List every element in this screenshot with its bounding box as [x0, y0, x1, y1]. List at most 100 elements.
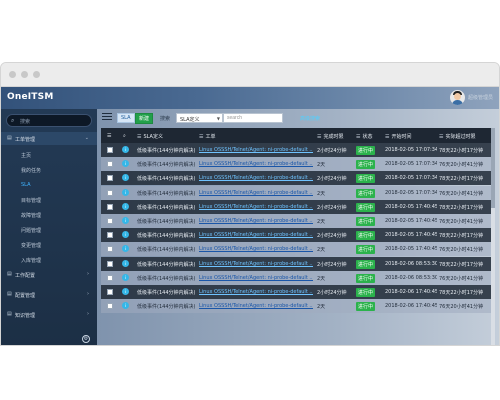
info-icon[interactable]: i — [122, 302, 129, 310]
table-row[interactable]: i 低级事件(144分钟内解决) Linux OSSSH/Telnet/Agent:… — [101, 256, 491, 271]
sidebar-item[interactable]: 主页 — [1, 148, 97, 161]
cell-sla: 低级事件(144分钟内解决) — [137, 247, 196, 254]
row-checkbox[interactable] — [107, 161, 113, 168]
list-menu-icon[interactable] — [102, 113, 112, 122]
table-row[interactable]: i 低级事件(144分钟内解决) Linux OSSSH/Telnet/Agent:… — [101, 199, 491, 214]
table-row[interactable]: i 低级事件(144分钟内解决) Linux OSSSH/Telnet/Agent:… — [101, 171, 491, 186]
info-icon[interactable]: i — [122, 160, 129, 168]
scroll-thumb[interactable] — [491, 128, 495, 208]
row-checkbox[interactable] — [107, 203, 113, 210]
row-checkbox[interactable] — [107, 147, 113, 153]
column-header-over[interactable]: ☰ 实际超过时限 — [439, 133, 476, 140]
cell-start-time: 2018-02-05 17:07:34 — [385, 147, 437, 153]
user-avatar[interactable] — [450, 90, 465, 105]
sla-tab-button[interactable]: SLA — [117, 113, 135, 123]
cell-over-time: 78天22小时17分钟 — [439, 176, 484, 183]
info-icon[interactable]: i — [122, 273, 129, 281]
info-icon[interactable]: i — [122, 259, 129, 267]
cell-over-time: 78天22小时17分钟 — [439, 261, 484, 268]
row-checkbox[interactable] — [107, 175, 113, 182]
sidebar-group[interactable]: ▤ 配置管理 › — [1, 288, 97, 301]
sidebar-item[interactable]: 变更管理 — [1, 238, 97, 251]
cell-limit: 2小时24分钟 — [317, 176, 347, 183]
row-checkbox[interactable] — [107, 232, 113, 239]
cell-start-time: 2018-02-05 17:40:45 — [385, 246, 437, 253]
sidebar-item[interactable]: 入库管理 — [1, 253, 97, 266]
info-icon[interactable]: i — [122, 146, 129, 153]
info-icon[interactable]: i — [122, 231, 129, 239]
table-header: ☰ ⌕ ☰ SLA定义 ☰ 工单 ☰ 完成时限 ☰ 状态 ☰ 开始时间 ☰ 实际超过时限 — [101, 128, 491, 143]
sidebar-item[interactable]: SLA — [1, 178, 97, 191]
table-row[interactable]: i 低级事件(144分钟内解决) Linux OSSSH/Telnet/Agent:… — [101, 242, 491, 257]
column-header-status[interactable]: ☰ 状态 — [356, 133, 373, 140]
row-checkbox[interactable] — [107, 218, 113, 224]
sidebar-item[interactable]: 我的任务 — [1, 163, 97, 176]
cell-start-time: 2018-02-05 17:40:45 — [385, 203, 437, 210]
cell-ticket-link[interactable]: Linux OSSSH/Telnet/Agent: ni-probe-defau… — [199, 303, 313, 309]
column-header-limit[interactable]: ☰ 完成时限 — [317, 133, 344, 140]
info-icon[interactable]: i — [122, 174, 129, 182]
header-search-icon[interactable]: ⌕ — [123, 133, 126, 139]
sidebar-item-label: 我的任务 — [21, 168, 42, 174]
cell-over-time: 76天20小时41分钟 — [439, 219, 484, 225]
info-icon[interactable]: i — [122, 217, 129, 224]
sidebar-search-input[interactable]: ⌕ 搜索 — [6, 114, 92, 127]
cell-ticket-link[interactable]: Linux OSSSH/Telnet/Agent: ni-probe-defau… — [199, 246, 313, 252]
info-icon[interactable]: i — [122, 288, 129, 295]
status-badge: 进行中 — [356, 160, 376, 170]
cell-ticket-link[interactable]: Linux OSSSH/Telnet/Agent: ni-probe-defau… — [199, 175, 313, 181]
row-checkbox[interactable] — [107, 289, 113, 295]
cell-ticket-link[interactable]: Linux OSSSH/Telnet/Agent: ni-probe-defau… — [199, 275, 313, 281]
table-row[interactable]: i 低级事件(144分钟内解决) Linux OSSSH/Telnet/Agent:… — [101, 228, 491, 243]
cell-over-time: 76天20小时41分钟 — [439, 275, 484, 282]
folder-icon: ▤ — [7, 311, 12, 317]
cell-start-time: 2018-02-06 08:53:30 — [385, 260, 437, 267]
row-checkbox[interactable] — [107, 246, 113, 253]
cell-ticket-link[interactable]: Linux OSSSH/Telnet/Agent: ni-probe-defau… — [199, 190, 313, 196]
column-header-start[interactable]: ☰ 开始时间 — [385, 133, 412, 140]
info-icon[interactable]: i — [122, 245, 129, 253]
advanced-search-link[interactable]: 高级搜索 — [300, 115, 320, 122]
search-input[interactable] — [223, 113, 283, 123]
table-row[interactable]: i 低级事件(144分钟内解决) Linux OSSSH/Telnet/Agent:… — [101, 299, 491, 314]
header-menu-icon[interactable]: ☰ — [107, 133, 111, 139]
column-header-sla[interactable]: ☰ SLA定义 — [137, 133, 163, 140]
sidebar-search-placeholder: 搜索 — [20, 119, 31, 125]
cell-ticket-link[interactable]: Linux OSSSH/Telnet/Agent: ni-probe-defau… — [199, 289, 313, 295]
table-row[interactable]: i 低级事件(144分钟内解决) Linux OSSSH/Telnet/Agent:… — [101, 143, 491, 157]
chevron-right-icon: › — [87, 311, 89, 317]
sidebar-item[interactable]: 问题管理 — [1, 223, 97, 236]
cell-ticket-link[interactable]: Linux OSSSH/Telnet/Agent: ni-probe-defau… — [199, 261, 313, 267]
column-header-ticket[interactable]: ☰ 工单 — [199, 133, 216, 140]
table-row[interactable]: i 低级事件(144分钟内解决) Linux OSSSH/Telnet/Agent:… — [101, 185, 491, 200]
sidebar-group[interactable]: ▤ 知识管理 › — [1, 308, 97, 321]
cell-ticket-link[interactable]: Linux OSSSH/Telnet/Agent: ni-probe-defau… — [199, 232, 313, 238]
cell-ticket-link[interactable]: Linux OSSSH/Telnet/Agent: ni-probe-defau… — [199, 218, 313, 224]
sidebar-group[interactable]: ▤ 工单管理 ⌄ — [1, 132, 97, 145]
row-checkbox[interactable] — [107, 260, 113, 267]
table-row[interactable]: i 低级事件(144分钟内解决) Linux OSSSH/Telnet/Agent:… — [101, 270, 491, 285]
row-checkbox[interactable] — [107, 303, 113, 310]
cell-limit: 2天 — [317, 247, 326, 254]
sidebar-item[interactable]: 目标管理 — [1, 193, 97, 206]
settings-gear-icon[interactable]: ⚙ — [82, 335, 90, 343]
table-row[interactable]: i 低级事件(144分钟内解决) Linux OSSSH/Telnet/Agent:… — [101, 214, 491, 228]
toolbar: SLA 新建 搜索 SLA定义 ▼ 高级搜索 — [97, 109, 499, 126]
row-checkbox[interactable] — [107, 274, 113, 281]
row-checkbox[interactable] — [107, 189, 113, 196]
cell-sla: 低级事件(144分钟内解决) — [137, 261, 196, 268]
cell-ticket-link[interactable]: Linux OSSSH/Telnet/Agent: ni-probe-defau… — [199, 161, 313, 167]
table-row[interactable]: i 低级事件(144分钟内解决) Linux OSSSH/Telnet/Agent:… — [101, 157, 491, 172]
cell-ticket-link[interactable]: Linux OSSSH/Telnet/Agent: ni-probe-defau… — [199, 204, 313, 210]
table-scrollbar[interactable] — [491, 128, 495, 345]
new-button[interactable]: 新建 — [135, 113, 154, 124]
info-icon[interactable]: i — [122, 202, 129, 210]
sidebar-item[interactable]: 故障管理 — [1, 208, 97, 221]
info-icon[interactable]: i — [122, 188, 129, 196]
chevron-down-icon: ⌄ — [84, 135, 89, 141]
table-row[interactable]: i 低级事件(144分钟内解决) Linux OSSSH/Telnet/Agent:… — [101, 285, 491, 299]
search-field-select[interactable]: SLA定义 ▼ — [176, 113, 223, 123]
cell-ticket-link[interactable]: Linux OSSSH/Telnet/Agent: ni-probe-defau… — [199, 147, 313, 153]
sidebar-group[interactable]: ▤ 工作配置 › — [1, 268, 97, 281]
user-name[interactable]: 超级管理员 — [468, 94, 493, 101]
